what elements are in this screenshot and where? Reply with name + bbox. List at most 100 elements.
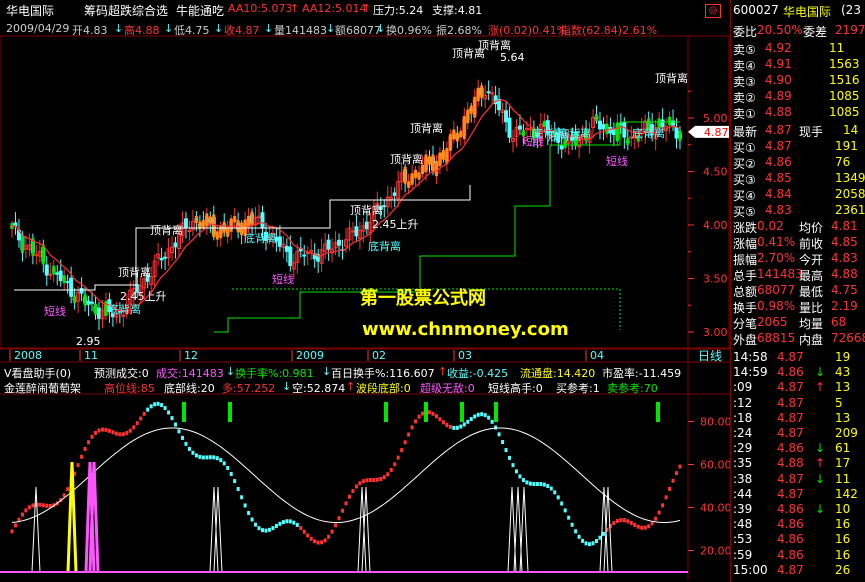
oscillator-dot [215,456,219,461]
oscillator-dot [431,411,435,416]
candle-body [302,254,307,257]
oscillator-dot [629,521,633,526]
tick-price: 4.87 [777,410,804,425]
oscillator-dot [626,519,630,524]
turnover-arrow: ↓ [322,365,332,378]
oscillator-dot [361,479,365,484]
indicator-name-2[interactable]: 牛能通吃 [176,2,224,19]
tick-price: 4.86 [777,547,804,562]
oscillator-dot [174,422,178,427]
stat-row: 换手 0.98% 量比 2.19 [731,298,865,315]
oscillator-dot [365,478,369,483]
stat-value: 2065 [757,315,788,329]
last-price-row: 最新 4.87 现手 14 [731,122,865,139]
stat-row: 总手 141483 最高 4.88 [731,266,865,283]
watermark-url: www.chnmoney.com [362,319,569,340]
stat-row: 总额 68077 最低 4.75 [731,282,865,299]
oscillator-dot [66,487,70,492]
candle-body [90,301,95,304]
oscillator-dot [591,541,595,546]
oscillator-dot [382,475,386,480]
top-divergence-label: 顶背离 [118,265,151,279]
tick-price: 4.87 [777,471,804,486]
long-arrow: ↓ [282,380,292,393]
sell-ref-value: 卖参考:70 [607,382,658,395]
bid-price: 4.84 [765,187,792,201]
bid-row: 买① 4.87 191 [731,138,865,155]
oscillator-dot [146,407,150,412]
tick-volume: 17 [835,456,851,471]
low-point-label: 2.95 [76,335,101,348]
oscillator-dot [111,430,115,435]
trend-ribbon-bar [83,294,87,306]
stat-value-2: 4.81 [831,219,858,233]
tick-time: :38 [733,471,753,486]
indicator-name[interactable]: 筹码超跌综合选 [84,2,168,19]
tick-volume: 16 [835,547,851,562]
trend-ribbon-bar [240,222,244,236]
candle-body [55,272,60,275]
stat-label: 外盘 [733,333,758,347]
period-label: 日线 [698,349,722,363]
tick-volume: 43 [835,365,851,380]
oscillator-dot [163,406,167,411]
tick-volume: 26 [835,562,851,577]
long-value: 多:57.252 [222,382,276,395]
candle-body [559,145,564,150]
oscillator-signal-line [11,427,681,523]
oscillator-dot [184,441,188,446]
oscillator-dot [410,425,414,430]
trend-ribbon-bar [434,160,438,177]
oscillator-dot [368,477,372,482]
trend-ribbon-bar [455,132,459,142]
oscillator-dot [487,415,491,420]
bid-ratio-value: 20.50% [757,23,803,37]
sell-marker-bar [424,402,428,422]
close-icon[interactable]: ◎ [705,4,721,18]
oscillator-dot [229,471,233,476]
oscillator-dot [327,534,331,539]
oscillator-dot [535,482,539,487]
oscillator-dot [452,425,456,430]
ask-row: 卖⑤ 4.92 11 [731,40,865,57]
stat-value-2: 4.83 [831,251,858,265]
tick-volume: 61 [835,441,851,456]
jinlian-indicator-name[interactable]: 金莲醉闹葡萄架 [4,380,81,396]
oscillator-dot [525,480,529,485]
tick-price: 4.86 [777,502,804,516]
price-axis-label: 5.00 [703,112,728,125]
oscillator-dot [490,419,494,424]
oscillator-dot [483,413,487,418]
oscillator-dot [135,421,139,426]
candle-body [173,242,178,248]
oscillator-dot [622,518,626,523]
wave-bottom-value: 波段底部:0 [356,382,411,395]
signal-spike [66,461,78,573]
sub-axis-label: 20.00 [700,545,730,558]
info-change: 涨(0.02)0.41% [488,24,568,37]
oscillator-dot [83,446,87,451]
top-divergence-label: 顶背离 [150,223,183,237]
oscillator-dot [459,424,463,429]
oscillator-dot [24,508,28,513]
candle-body [382,205,387,208]
oscillator-dot [118,432,122,437]
candle-body [354,226,359,237]
oscillator-dot [180,435,184,440]
bid-ratio-row: 委比 20.50% 委差 2197 [731,22,865,39]
trend-ribbon-bar [205,213,209,228]
oscillator-dot [542,482,546,487]
oscillator-dot [563,508,567,513]
tick-volume: 11 [835,471,851,486]
oscillator-dot [334,523,338,528]
oscillator-dot [636,524,640,529]
oscillator-dot [27,505,31,510]
trend-ribbon-bar [407,181,411,188]
bid-price: 4.85 [765,171,792,185]
date-axis-label: 02 [372,349,386,362]
tick-volume: 5 [835,395,843,410]
oscillator-dot [455,425,459,430]
tick-volume: 209 [835,426,858,440]
stat-row: 分笔 2065 均量 68 [731,314,865,331]
stat-value-2: 4.75 [831,283,858,297]
